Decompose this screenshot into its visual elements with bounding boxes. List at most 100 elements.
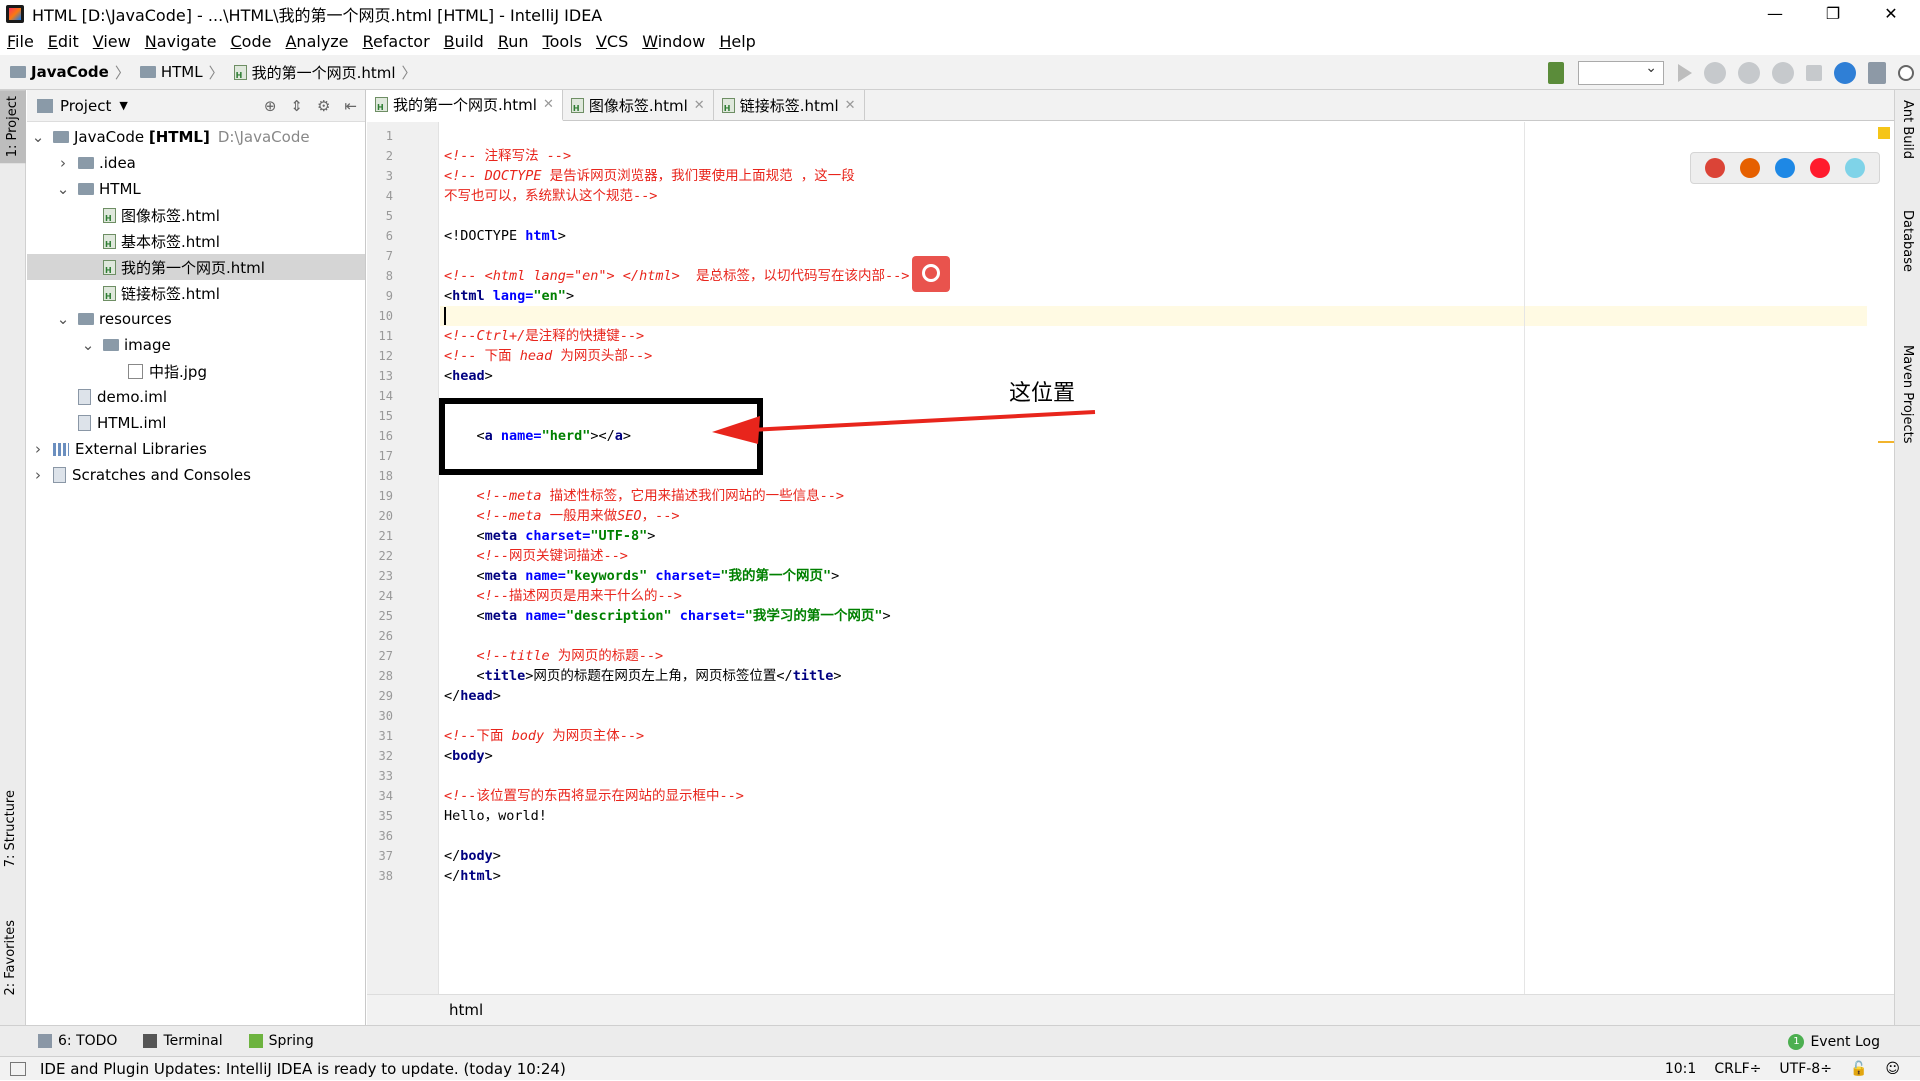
- menu-edit[interactable]: Edit: [41, 32, 86, 51]
- help-icon[interactable]: [1834, 61, 1856, 84]
- code-editor[interactable]: <!-- 注释写法 --> <!-- DOCTYPE 是告诉网页浏览器，我们要使用…: [440, 122, 1867, 994]
- code-line[interactable]: <meta name="keywords" charset="我的第一个网页">: [440, 566, 1867, 586]
- run-icon[interactable]: [1678, 63, 1692, 82]
- code-line[interactable]: <!--title 为网页的标题-->: [440, 646, 1867, 666]
- code-line[interactable]: Hello，world!: [440, 806, 1867, 826]
- editor-tab[interactable]: 我的第一个网页.html ✕: [367, 90, 563, 121]
- caret-position[interactable]: 10:1: [1665, 1061, 1696, 1077]
- code-line[interactable]: [440, 826, 1867, 846]
- code-line[interactable]: <!--下面 body 为网页主体-->: [440, 726, 1867, 746]
- code-line[interactable]: <!DOCTYPE html>: [440, 226, 1867, 246]
- code-line[interactable]: <!--描述网页是用来干什么的-->: [440, 586, 1867, 606]
- tab-project[interactable]: 1: Project: [0, 90, 26, 164]
- code-line[interactable]: <body>: [440, 746, 1867, 766]
- code-line[interactable]: <!--网页关键词描述-->: [440, 546, 1867, 566]
- run-configuration-select[interactable]: [1578, 60, 1664, 85]
- breadcrumb-item[interactable]: 我的第一个网页.html 〉: [224, 62, 417, 83]
- menu-window[interactable]: Window: [635, 32, 712, 51]
- code-line[interactable]: [440, 626, 1867, 646]
- code-line[interactable]: <!-- <html lang="en"> </html> 是总标签，以切代码写…: [440, 266, 1867, 286]
- chevron-down-icon[interactable]: ⌄: [56, 310, 70, 328]
- debug-icon[interactable]: [1704, 61, 1726, 84]
- code-line[interactable]: </body>: [440, 846, 1867, 866]
- tab-structure[interactable]: 7: Structure: [3, 790, 18, 867]
- code-line[interactable]: <!--该位置写的东西将显示在网站的显示框中-->: [440, 786, 1867, 806]
- bottom-tab-spring[interactable]: Spring: [248, 1033, 314, 1049]
- code-line[interactable]: [440, 706, 1867, 726]
- chevron-right-icon[interactable]: ›: [31, 466, 45, 484]
- toggle-tool-windows-icon[interactable]: [10, 1061, 26, 1076]
- menu-build[interactable]: Build: [437, 32, 491, 51]
- stop-icon[interactable]: [1806, 64, 1822, 81]
- editor-tab[interactable]: 链接标签.html ✕: [714, 90, 865, 121]
- code-line[interactable]: <!-- 下面 head 为网页头部-->: [440, 346, 1867, 366]
- code-line[interactable]: </head>: [440, 686, 1867, 706]
- code-line[interactable]: [440, 246, 1867, 266]
- tab-maven-projects[interactable]: Maven Projects: [1900, 345, 1915, 444]
- menu-help[interactable]: Help: [712, 32, 762, 51]
- coverage-icon[interactable]: [1738, 61, 1760, 84]
- breadcrumb-item[interactable]: HTML 〉: [130, 62, 224, 83]
- hide-icon[interactable]: ⇤: [344, 97, 357, 115]
- minimize-button[interactable]: —: [1746, 0, 1804, 28]
- close-tab-icon[interactable]: ✕: [845, 98, 856, 113]
- search-badge-icon[interactable]: [912, 256, 950, 292]
- menu-navigate[interactable]: Navigate: [138, 32, 224, 51]
- safari-icon[interactable]: [1774, 158, 1795, 178]
- code-line[interactable]: [440, 206, 1867, 226]
- code-line[interactable]: <!--Ctrl+/是注释的快捷键-->: [440, 326, 1867, 346]
- tree-item[interactable]: ›图像标签.html: [27, 202, 365, 228]
- line-separator[interactable]: CRLF÷: [1714, 1061, 1761, 1077]
- chevron-down-icon[interactable]: ⌄: [56, 180, 70, 198]
- code-line[interactable]: [440, 126, 1867, 146]
- tree-item[interactable]: ›中指.jpg: [27, 358, 365, 384]
- menu-refactor[interactable]: Refactor: [356, 32, 437, 51]
- code-line[interactable]: <html lang="en">: [440, 286, 1867, 306]
- code-line[interactable]: <head>: [440, 366, 1867, 386]
- bottom-tab-terminal[interactable]: Terminal: [143, 1033, 223, 1049]
- inspector-icon[interactable]: ☺: [1885, 1061, 1900, 1077]
- menu-view[interactable]: View: [86, 32, 138, 51]
- tree-item[interactable]: ⌄ HTML: [27, 176, 365, 202]
- code-line[interactable]: <!--meta 一般用来做SEO，-->: [440, 506, 1867, 526]
- code-line[interactable]: <!-- DOCTYPE 是告诉网页浏览器，我们要使用上面规范 ，这一段: [440, 166, 1867, 186]
- opera-icon[interactable]: [1810, 158, 1831, 178]
- tab-ant-build[interactable]: Ant Build: [1900, 100, 1915, 159]
- menu-file[interactable]: File: [0, 32, 41, 51]
- bottom-tab-todo[interactable]: 6: TODO: [38, 1033, 117, 1049]
- tab-favorites[interactable]: 2: Favorites: [3, 920, 18, 996]
- code-line[interactable]: [440, 306, 1867, 326]
- menu-tools[interactable]: Tools: [536, 32, 589, 51]
- menu-analyze[interactable]: Analyze: [278, 32, 355, 51]
- chevron-right-icon[interactable]: ›: [31, 440, 45, 458]
- chevron-right-icon[interactable]: ›: [56, 154, 70, 172]
- code-line[interactable]: 不写也可以，系统默认这个规范-->: [440, 186, 1867, 206]
- tree-item[interactable]: ⌄ resources: [27, 306, 365, 332]
- project-structure-icon[interactable]: [1868, 61, 1886, 84]
- code-line[interactable]: <!-- 注释写法 -->: [440, 146, 1867, 166]
- tree-item[interactable]: ›HTML.iml: [27, 410, 365, 436]
- code-line[interactable]: <!--meta 描述性标签，它用来描述我们网站的一些信息-->: [440, 486, 1867, 506]
- search-icon[interactable]: [1898, 64, 1914, 81]
- chrome-icon[interactable]: [1704, 158, 1725, 178]
- code-line[interactable]: <meta name="description" charset="我学习的第一…: [440, 606, 1867, 626]
- gear-icon[interactable]: ⚙: [317, 97, 330, 115]
- edge-icon[interactable]: [1845, 158, 1866, 178]
- chevron-down-icon[interactable]: ▼: [119, 99, 127, 112]
- close-button[interactable]: ✕: [1862, 0, 1920, 28]
- sort-icon[interactable]: [1548, 61, 1564, 84]
- tree-item[interactable]: ›链接标签.html: [27, 280, 365, 306]
- tree-item[interactable]: ⌄ JavaCode [HTML] D:\JavaCode: [27, 124, 365, 150]
- status-message[interactable]: IDE and Plugin Updates: IntelliJ IDEA is…: [40, 1060, 566, 1078]
- profile-icon[interactable]: [1772, 61, 1794, 84]
- menu-vcs[interactable]: VCS: [589, 32, 635, 51]
- collapse-icon[interactable]: ⇕: [290, 97, 303, 115]
- tab-database[interactable]: Database: [1900, 210, 1915, 272]
- editor-tab[interactable]: 图像标签.html ✕: [563, 90, 714, 121]
- firefox-icon[interactable]: [1739, 158, 1760, 178]
- error-stripe-marker[interactable]: [1878, 441, 1894, 443]
- restore-button[interactable]: ❐: [1804, 0, 1862, 28]
- tree-item[interactable]: ›我的第一个网页.html: [27, 254, 365, 280]
- menu-run[interactable]: Run: [491, 32, 536, 51]
- locate-icon[interactable]: ⊕: [264, 97, 277, 115]
